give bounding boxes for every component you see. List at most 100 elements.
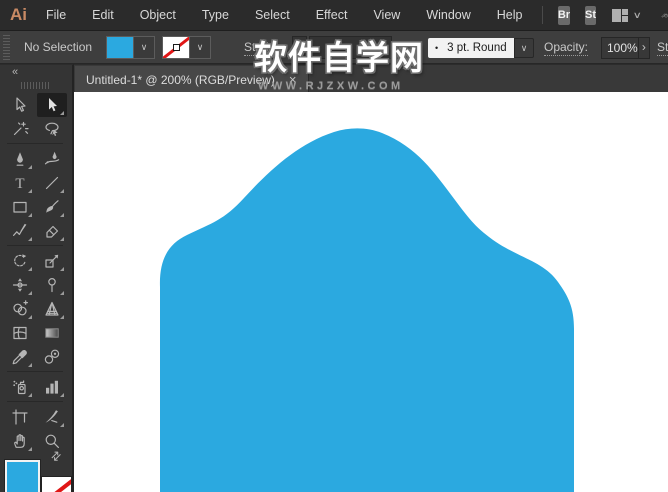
menu-object[interactable]: Object [127, 0, 189, 30]
stroke-swatch-none[interactable] [163, 37, 189, 58]
app-logo: Ai [10, 5, 27, 25]
paintbrush-tool[interactable] [37, 195, 67, 219]
opacity-label[interactable]: Opacity: [544, 40, 588, 56]
rotate-icon [11, 252, 29, 270]
gpu-performance-icon[interactable] [661, 7, 668, 24]
menu-help[interactable]: Help [484, 0, 536, 30]
shaper-tool[interactable] [5, 219, 35, 243]
menu-effect[interactable]: Effect [303, 0, 361, 30]
brush-value: 3 pt. Round [447, 42, 506, 54]
stepper-down-icon[interactable] [297, 49, 303, 53]
artwork-layer [74, 92, 668, 492]
stroke-color-control[interactable]: ∨ [162, 36, 211, 59]
puppet-warp-tool[interactable] [37, 273, 67, 297]
menu-window[interactable]: Window [413, 0, 483, 30]
pen-tool[interactable] [5, 147, 35, 171]
stroke-proxy-swatch[interactable] [42, 477, 71, 492]
fill-proxy-swatch[interactable] [5, 460, 40, 492]
opacity-arrow-button[interactable]: › [638, 38, 649, 58]
blend-icon [43, 348, 61, 366]
opacity-value[interactable]: 100% [602, 38, 638, 58]
slice-tool[interactable] [37, 405, 67, 429]
document-tab[interactable]: Untitled-1* @ 200% (RGB/Preview) × [75, 66, 309, 93]
eyedropper-icon [11, 348, 29, 366]
perspective-grid-tool[interactable] [37, 297, 67, 321]
blend-tool[interactable] [37, 345, 67, 369]
menu-view[interactable]: View [360, 0, 413, 30]
rectangle-tool[interactable] [5, 195, 35, 219]
fill-swatch[interactable] [107, 37, 133, 58]
shape-builder-icon [11, 300, 29, 318]
artboard-tool[interactable] [5, 405, 35, 429]
fill-dropdown-button[interactable]: ∨ [133, 37, 154, 58]
type-tool[interactable]: T [5, 171, 35, 195]
blue-blob-shape[interactable] [160, 128, 574, 492]
eraser-tool[interactable] [37, 219, 67, 243]
stepper-up-icon[interactable] [297, 42, 303, 46]
stroke-dropdown-button[interactable]: ∨ [189, 37, 210, 58]
width-tool[interactable] [5, 273, 35, 297]
style-label-clipped: Sty [657, 40, 668, 56]
symbol-sprayer-tool[interactable] [5, 375, 35, 399]
menu-type[interactable]: Type [189, 0, 242, 30]
scale-tool[interactable] [37, 249, 67, 273]
brushes-button[interactable]: Br [558, 6, 570, 25]
stroke-weight-field[interactable] [309, 36, 392, 59]
fill-color-control[interactable]: ∨ [106, 36, 155, 59]
menu-edit[interactable]: Edit [79, 0, 127, 30]
document-tab-title: Untitled-1* @ 200% (RGB/Preview) [86, 73, 275, 87]
mesh-icon [11, 324, 29, 342]
workspace-switcher[interactable]: ∨ [612, 9, 641, 22]
collapse-panel-button[interactable]: « [12, 65, 18, 79]
stroke-weight-stepper[interactable] [292, 36, 307, 59]
gradient-tool[interactable] [37, 321, 67, 345]
menu-select[interactable]: Select [242, 0, 303, 30]
magnifier-icon [43, 432, 61, 450]
rectangle-icon [11, 198, 29, 216]
lasso-tool[interactable] [37, 117, 67, 141]
mesh-tool[interactable] [5, 321, 35, 345]
workspace-icon [612, 9, 629, 22]
opacity-field[interactable]: 100% › [601, 37, 650, 59]
tools-grid: T [0, 93, 72, 453]
stroke-weight-dropdown[interactable]: ∨ [392, 36, 408, 59]
brush-definition-select[interactable]: •3 pt. Round [428, 38, 514, 58]
curvature-icon [43, 150, 61, 168]
menu-file[interactable]: File [33, 0, 79, 30]
rotate-tool[interactable] [5, 249, 35, 273]
column-graph-icon [43, 378, 61, 396]
gradient-icon [43, 324, 61, 342]
curvature-tool[interactable] [37, 147, 67, 171]
chevron-down-icon: ∨ [633, 10, 642, 21]
illustrator-window: Ai File Edit Object Type Select Effect V… [0, 0, 668, 492]
control-bar: No Selection ∨ ∨ Stroke: ∨ •3 pt. Round … [0, 30, 668, 64]
eyedropper-tool[interactable] [5, 345, 35, 369]
lasso-icon [43, 120, 61, 138]
perspective-grid-icon [43, 300, 61, 318]
eraser-icon [43, 222, 61, 240]
stroke-ring [173, 44, 180, 51]
pin-icon [43, 276, 61, 294]
magic-wand-icon [11, 120, 29, 138]
stroke-weight-label[interactable]: Stroke: [244, 40, 282, 56]
graphic-styles-button[interactable]: St [585, 6, 596, 25]
column-graph-tool[interactable] [37, 375, 67, 399]
magic-wand-tool[interactable] [5, 117, 35, 141]
shaper-icon [11, 222, 29, 240]
selection-tool[interactable] [5, 93, 35, 117]
direct-selection-tool[interactable] [37, 93, 67, 117]
direct-selection-arrow-icon [43, 96, 61, 114]
type-icon: T [11, 174, 29, 192]
fill-stroke-proxies: ⇄ [0, 449, 72, 492]
shape-builder-tool[interactable] [5, 297, 35, 321]
control-bar-grip[interactable] [3, 35, 10, 60]
tools-panel-grip[interactable] [21, 82, 51, 89]
swap-fill-stroke-icon[interactable]: ⇄ [48, 447, 65, 464]
artboard-canvas[interactable] [74, 92, 668, 492]
brush-dropdown-button[interactable]: ∨ [514, 38, 534, 58]
line-segment-tool[interactable] [37, 171, 67, 195]
chevron-down-icon: ∨ [141, 42, 148, 52]
scale-icon [43, 252, 61, 270]
width-icon [11, 276, 29, 294]
close-icon[interactable]: × [289, 73, 297, 86]
